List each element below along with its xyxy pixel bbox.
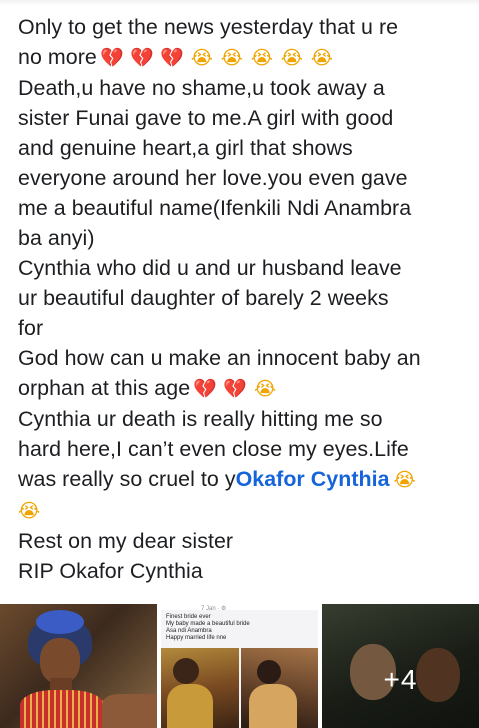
- broken-heart-icon: 💔: [99, 47, 124, 69]
- post-line: me a beautiful name(Ifenkili Ndi Anambra: [18, 196, 412, 220]
- photo-post-screenshot[interactable]: 7 Jan · ⚙ Finest bride ever My baby made…: [161, 604, 318, 728]
- post-line: 😭: [18, 495, 468, 526]
- broken-heart-icon: 💔: [159, 47, 184, 69]
- post-line: and genuine heart,a girl that shows: [18, 136, 353, 160]
- post-line: for: [18, 316, 44, 340]
- photo-detail: [257, 660, 281, 684]
- post-line: RIP Okafor Cynthia: [18, 559, 203, 583]
- crying-face-icon: 😭: [190, 47, 213, 69]
- crying-face-icon: 😭: [393, 469, 416, 491]
- profile-mention-link[interactable]: Okafor Cynthia: [236, 467, 390, 491]
- crying-face-icon: 😭: [310, 47, 333, 69]
- post-line: orphan at this age 💔 💔 😭: [18, 373, 468, 404]
- post-line: Rest on my dear sister: [18, 529, 234, 553]
- broken-heart-icon: 💔: [223, 378, 248, 400]
- photo-detail: [167, 684, 213, 728]
- photo-detail: [161, 604, 318, 610]
- broken-heart-icon: 💔: [129, 47, 154, 69]
- more-photos-count: +4: [383, 664, 418, 695]
- photo-bride-portrait[interactable]: [0, 604, 157, 728]
- photo-detail: [173, 658, 199, 684]
- broken-heart-icon: 💔: [193, 378, 218, 400]
- post-line: Death,u have no shame,u took away a: [18, 76, 385, 100]
- photo-detail: [102, 694, 157, 728]
- photo-more[interactable]: +4: [322, 604, 479, 728]
- photo-detail: [36, 610, 84, 634]
- post-line: Cynthia who did u and ur husband leave: [18, 256, 402, 280]
- photo-post-caption: Finest bride ever My baby made a beautif…: [166, 614, 250, 641]
- photo-detail: [249, 684, 297, 728]
- previous-content-edge: [0, 0, 479, 6]
- photo-grid: 7 Jan · ⚙ Finest bride ever My baby made…: [0, 604, 479, 728]
- crying-face-icon: 😭: [18, 500, 41, 522]
- post-line: everyone around her love.you even gave: [18, 166, 408, 190]
- post-line-text: no more: [18, 45, 97, 69]
- post-line: was really so cruel to yOkafor Cynthia 😭: [18, 464, 468, 495]
- crying-face-icon: 😭: [250, 47, 273, 69]
- post-line-text: orphan at this age: [18, 376, 191, 400]
- post-line: hard here,I can’t even close my eyes.Lif…: [18, 437, 409, 461]
- post-line: no more 💔 💔 💔 😭 😭 😭 😭 😭: [18, 42, 468, 73]
- post-line: sister Funai gave to me.A girl with good: [18, 106, 394, 130]
- crying-face-icon: 😭: [254, 378, 277, 400]
- post-body: Only to get the news yesterday that u re…: [18, 12, 468, 586]
- crying-face-icon: 😭: [280, 47, 303, 69]
- post-line: ur beautiful daughter of barely 2 weeks: [18, 286, 389, 310]
- photo-detail: [20, 690, 104, 728]
- post-line-text: was really so cruel to y: [18, 467, 236, 491]
- post-line: Cynthia ur death is really hitting me so: [18, 407, 383, 431]
- post-line: God how can u make an innocent baby an: [18, 346, 421, 370]
- photo-post-meta: 7 Jan · ⚙: [201, 606, 227, 612]
- post-line: Only to get the news yesterday that u re: [18, 15, 399, 39]
- post-line: ba anyi): [18, 226, 95, 250]
- crying-face-icon: 😭: [220, 47, 243, 69]
